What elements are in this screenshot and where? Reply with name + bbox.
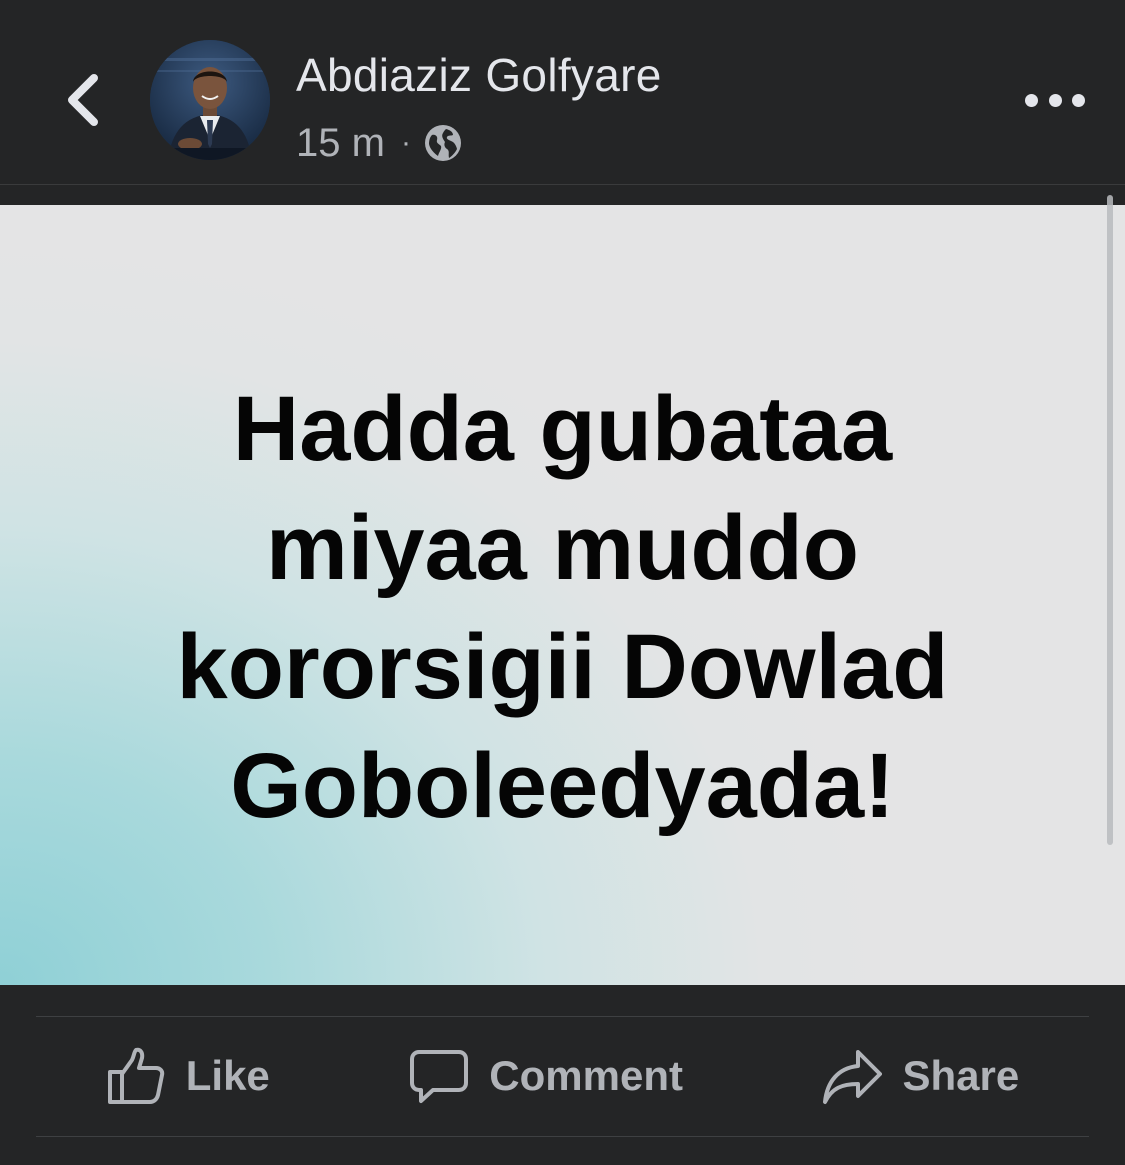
post-actions-bar: Like Comment Share bbox=[36, 1018, 1089, 1134]
comment-button[interactable]: Comment bbox=[409, 1046, 683, 1106]
post-timestamp[interactable]: 15 m bbox=[296, 121, 385, 166]
more-dot bbox=[1072, 93, 1085, 107]
back-button[interactable] bbox=[52, 62, 116, 138]
share-icon bbox=[823, 1050, 883, 1104]
comment-label: Comment bbox=[489, 1052, 683, 1099]
thumbs-up-icon bbox=[107, 1047, 164, 1104]
author-name[interactable]: Abdiaziz Golfyare bbox=[296, 48, 662, 102]
divider bbox=[36, 1136, 1089, 1137]
more-options-button[interactable] bbox=[1025, 78, 1085, 122]
post-meta: 15 m · bbox=[296, 118, 463, 168]
avatar-photo bbox=[150, 40, 270, 160]
meta-separator: · bbox=[400, 126, 411, 159]
avatar[interactable] bbox=[150, 40, 270, 160]
share-button[interactable]: Share bbox=[822, 1046, 1019, 1106]
post-background-card: Hadda gubataa miyaa muddo kororsigii Dow… bbox=[0, 205, 1125, 985]
like-label: Like bbox=[185, 1052, 270, 1099]
post-header: Abdiaziz Golfyare 15 m · bbox=[0, 0, 1125, 185]
divider bbox=[36, 1016, 1089, 1017]
scrollbar[interactable] bbox=[1107, 195, 1113, 845]
comment-icon bbox=[410, 1050, 469, 1103]
more-horizontal-icon bbox=[1025, 93, 1038, 107]
like-button[interactable]: Like bbox=[106, 1046, 270, 1106]
globe-icon[interactable] bbox=[423, 123, 463, 163]
share-label: Share bbox=[902, 1052, 1020, 1099]
more-dot bbox=[1048, 93, 1062, 107]
post-detail-screen: Abdiaziz Golfyare 15 m · Hadda gubataa m… bbox=[0, 0, 1125, 1165]
chevron-left-icon bbox=[68, 74, 98, 126]
post-text: Hadda gubataa miyaa muddo kororsigii Dow… bbox=[176, 378, 949, 837]
